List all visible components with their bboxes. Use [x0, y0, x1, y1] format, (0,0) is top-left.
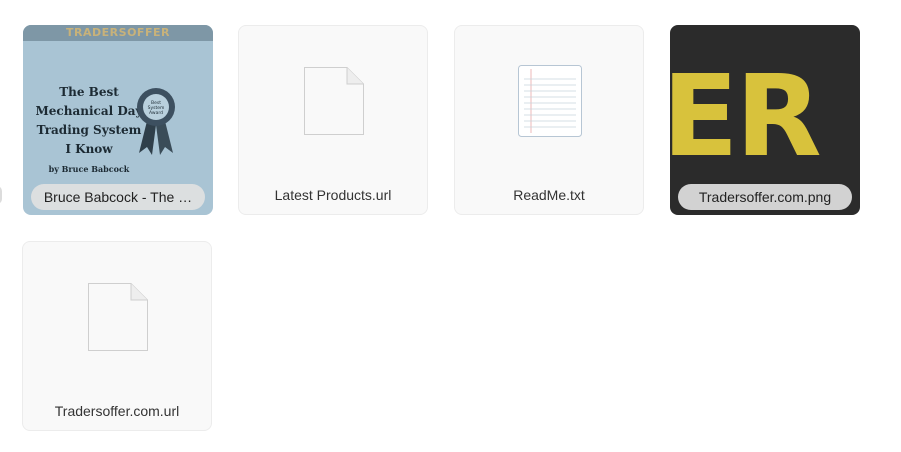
- blank-file-icon: [304, 67, 364, 135]
- book-title-line: I Know: [65, 142, 113, 156]
- book-author: by Bruce Babcock: [48, 164, 130, 174]
- svg-text:Award: Award: [149, 110, 163, 116]
- book-banner-suffix: OFFER: [127, 26, 170, 39]
- award-ribbon-icon: Best System Award: [137, 88, 175, 155]
- file-tile-bruce-babcock[interactable]: TRADERSOFFER The Best Mechanical Day Tra…: [23, 25, 213, 215]
- file-name-label: Tradersoffer.com.url: [54, 403, 180, 419]
- file-name-label: ReadMe.txt: [513, 187, 585, 203]
- file-name-label: Latest Products.url: [274, 187, 392, 203]
- text-file-icon: [518, 65, 582, 137]
- left-edge-handle: [0, 186, 2, 204]
- book-title-line: The Best: [59, 85, 119, 99]
- thumbnail-text: ER: [670, 52, 822, 182]
- book-banner-text: TRADERS: [66, 26, 128, 39]
- file-name-label: Bruce Babcock - The …: [31, 184, 205, 210]
- book-title: The Best Mechanical Day Trading System I…: [31, 83, 147, 159]
- file-tile-latest-products[interactable]: Latest Products.url: [238, 25, 428, 215]
- book-title-line: Mechanical Day: [35, 104, 143, 118]
- book-banner: TRADERSOFFER: [23, 25, 213, 41]
- file-tile-readme[interactable]: ReadMe.txt: [454, 25, 644, 215]
- file-tile-tradersoffer-url[interactable]: Tradersoffer.com.url: [22, 241, 212, 431]
- blank-file-icon: [88, 283, 148, 351]
- book-title-line: Trading System: [36, 123, 142, 137]
- file-name-label: Tradersoffer.com.png: [678, 184, 852, 210]
- file-tile-tradersoffer-png[interactable]: ER Tradersoffer.com.png: [670, 25, 860, 215]
